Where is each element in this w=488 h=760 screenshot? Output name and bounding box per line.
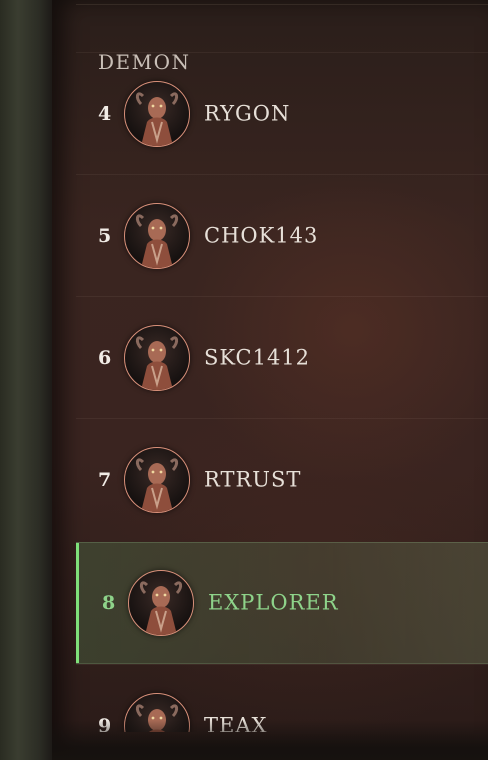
player-name: SKC1412: [204, 345, 311, 370]
leaderboard-row[interactable]: 7 RTRUST: [76, 418, 488, 540]
leaderboard-row-current-player[interactable]: 8 EXPLORER: [76, 542, 488, 664]
demon-portrait-icon[interactable]: [128, 570, 194, 636]
bottom-fade: [52, 720, 488, 760]
player-name: RYGON: [204, 101, 291, 126]
rank-number: 8: [102, 592, 116, 614]
rank-number: 6: [98, 346, 112, 369]
player-name: EXPLORER: [208, 590, 339, 615]
divider: [76, 4, 488, 5]
highlight-accent-bar: [76, 543, 79, 663]
leaderboard-list[interactable]: 4 RYGON 5 CHOK143 6 SKC1412 7 RTRUST 8 E…: [76, 52, 488, 732]
leaderboard-row[interactable]: 4 RYGON: [76, 52, 488, 174]
demon-portrait-icon[interactable]: [124, 324, 190, 391]
leaderboard-row[interactable]: 5 CHOK143: [76, 174, 488, 296]
demon-portrait-icon[interactable]: [124, 202, 190, 269]
demon-portrait-icon[interactable]: [124, 446, 190, 513]
player-name: RTRUST: [204, 467, 302, 492]
leaderboard-row[interactable]: 6 SKC1412: [76, 296, 488, 418]
demon-portrait-icon[interactable]: [124, 80, 190, 147]
rank-number: 7: [98, 468, 112, 491]
game-screen: DEMON 4 RYGON 5 CHOK143 6 SKC1412 7 RTRU…: [0, 0, 488, 760]
rank-number: 5: [98, 224, 112, 247]
player-name: CHOK143: [204, 223, 319, 248]
rank-number: 4: [98, 102, 112, 125]
